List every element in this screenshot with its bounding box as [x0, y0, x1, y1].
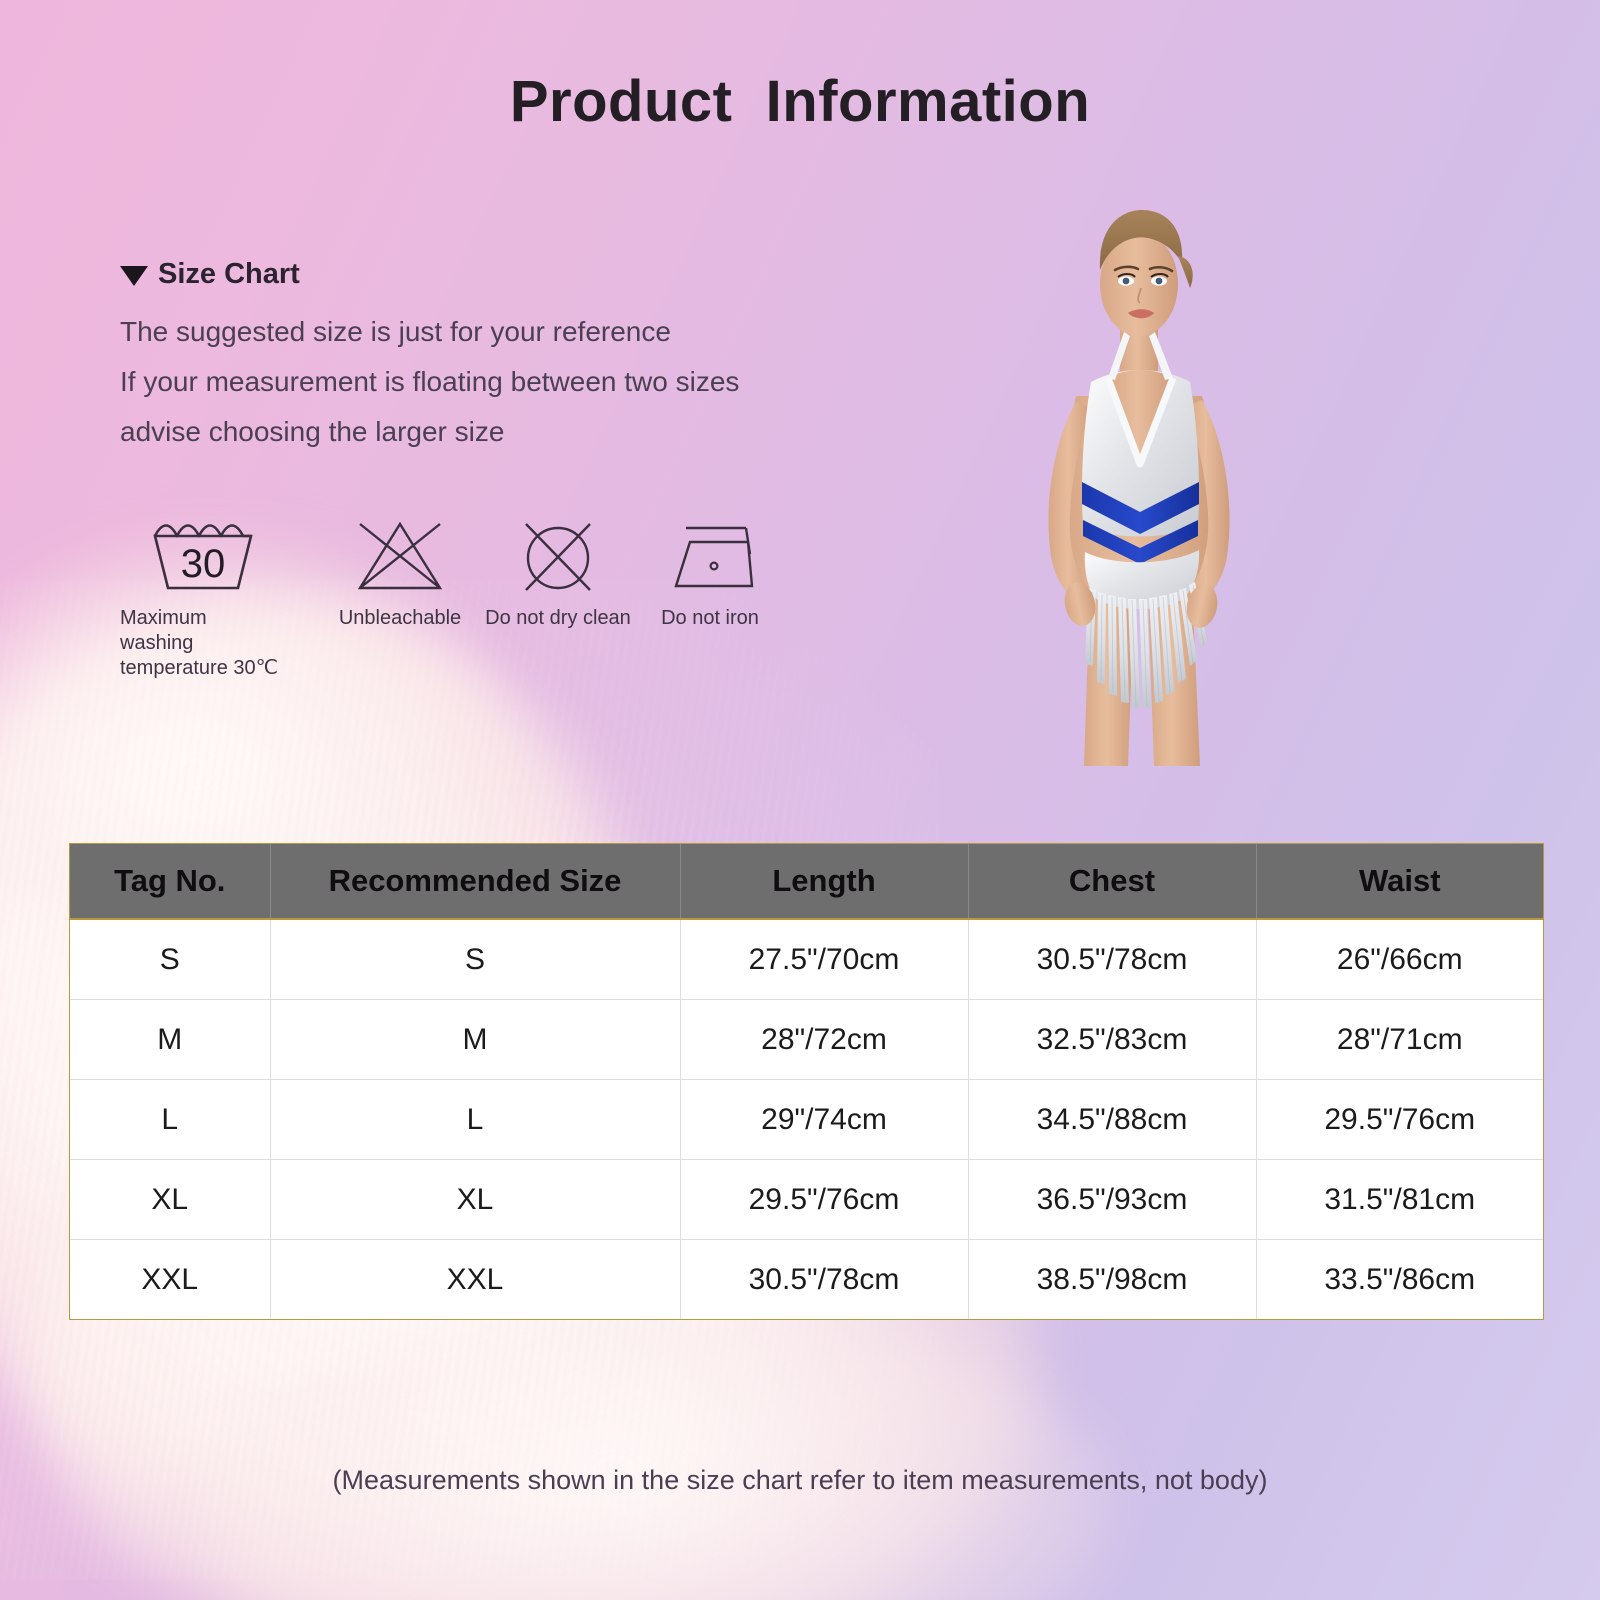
cell-recommended-size: XL [270, 1159, 681, 1240]
page-title: Product Information [509, 69, 1091, 134]
cell-waist: 33.5"/86cm [1256, 1239, 1543, 1319]
column-header-chest: Chest [968, 844, 1257, 920]
table-row: M M 28"/72cm 32.5"/83cm 28"/71cm [70, 999, 1543, 1080]
size-chart-table-wrapper: Tag No. Recommended Size Length Chest Wa… [70, 844, 1543, 1319]
table-header-row: Tag No. Recommended Size Length Chest Wa… [70, 844, 1543, 920]
care-item-iron: Do not iron [625, 518, 795, 631]
cell-tag-no: XXL [70, 1239, 271, 1319]
care-label-wash: Maximum washing temperature 30℃ [120, 607, 279, 679]
size-chart-title: Size Chart [158, 258, 300, 290]
cell-chest: 30.5"/78cm [968, 919, 1257, 1000]
table-row: S S 27.5"/70cm 30.5"/78cm 26"/66cm [70, 919, 1543, 1000]
cell-recommended-size: L [270, 1079, 681, 1160]
wash-tub-30-icon: 30 [120, 518, 285, 594]
cell-chest: 36.5"/93cm [968, 1159, 1257, 1240]
fur-blob-lower [210, 1300, 1110, 1600]
cell-length: 28"/72cm [680, 999, 969, 1080]
column-header-tag-no: Tag No. [70, 844, 271, 920]
size-chart-description-line-2: If your measurement is floating between … [120, 366, 740, 397]
table-row: L L 29"/74cm 34.5"/88cm 29.5"/76cm [70, 1079, 1543, 1160]
product-information-page: Product Information Size Chart The sugge… [0, 0, 1600, 1600]
cell-waist: 28"/71cm [1256, 999, 1543, 1080]
size-chart-heading: Size Chart [120, 258, 300, 291]
care-item-wash: 30 Maximum washing temperature 30℃ [120, 518, 285, 681]
cell-length: 27.5"/70cm [680, 919, 969, 1000]
model-photo [952, 196, 1318, 766]
cell-length: 29"/74cm [680, 1079, 969, 1160]
svg-text:30: 30 [180, 542, 225, 586]
column-header-waist: Waist [1256, 844, 1543, 920]
cell-chest: 38.5"/98cm [968, 1239, 1257, 1319]
cell-length: 29.5"/76cm [680, 1159, 969, 1240]
cell-waist: 29.5"/76cm [1256, 1079, 1543, 1160]
size-chart-description-line-1: The suggested size is just for your refe… [120, 316, 671, 347]
cell-recommended-size: M [270, 999, 681, 1080]
care-label-iron: Do not iron [661, 607, 759, 629]
table-row: XL XL 29.5"/76cm 36.5"/93cm 31.5"/81cm [70, 1159, 1543, 1240]
triangle-down-icon [120, 266, 148, 286]
cell-length: 30.5"/78cm [680, 1239, 969, 1319]
care-instructions-row: 30 Maximum washing temperature 30℃ Unble… [120, 518, 780, 679]
no-iron-icon [625, 518, 795, 594]
cell-chest: 32.5"/83cm [968, 999, 1257, 1080]
size-chart-description-line-3: advise choosing the larger size [120, 416, 505, 447]
cell-chest: 34.5"/88cm [968, 1079, 1257, 1160]
cell-waist: 26"/66cm [1256, 919, 1543, 1000]
column-header-recommended-size: Recommended Size [270, 844, 681, 920]
measurements-footnote: (Measurements shown in the size chart re… [332, 1465, 1268, 1495]
cell-tag-no: L [70, 1079, 271, 1160]
table-row: XXL XXL 30.5"/78cm 38.5"/98cm 33.5"/86cm [70, 1239, 1543, 1319]
cell-recommended-size: S [270, 919, 681, 1000]
cell-recommended-size: XXL [270, 1239, 681, 1319]
cell-tag-no: M [70, 999, 271, 1080]
cell-waist: 31.5"/81cm [1256, 1159, 1543, 1240]
cell-tag-no: XL [70, 1159, 271, 1240]
size-chart-table: Tag No. Recommended Size Length Chest Wa… [70, 844, 1543, 1319]
cell-tag-no: S [70, 919, 271, 1000]
column-header-length: Length [680, 844, 969, 920]
